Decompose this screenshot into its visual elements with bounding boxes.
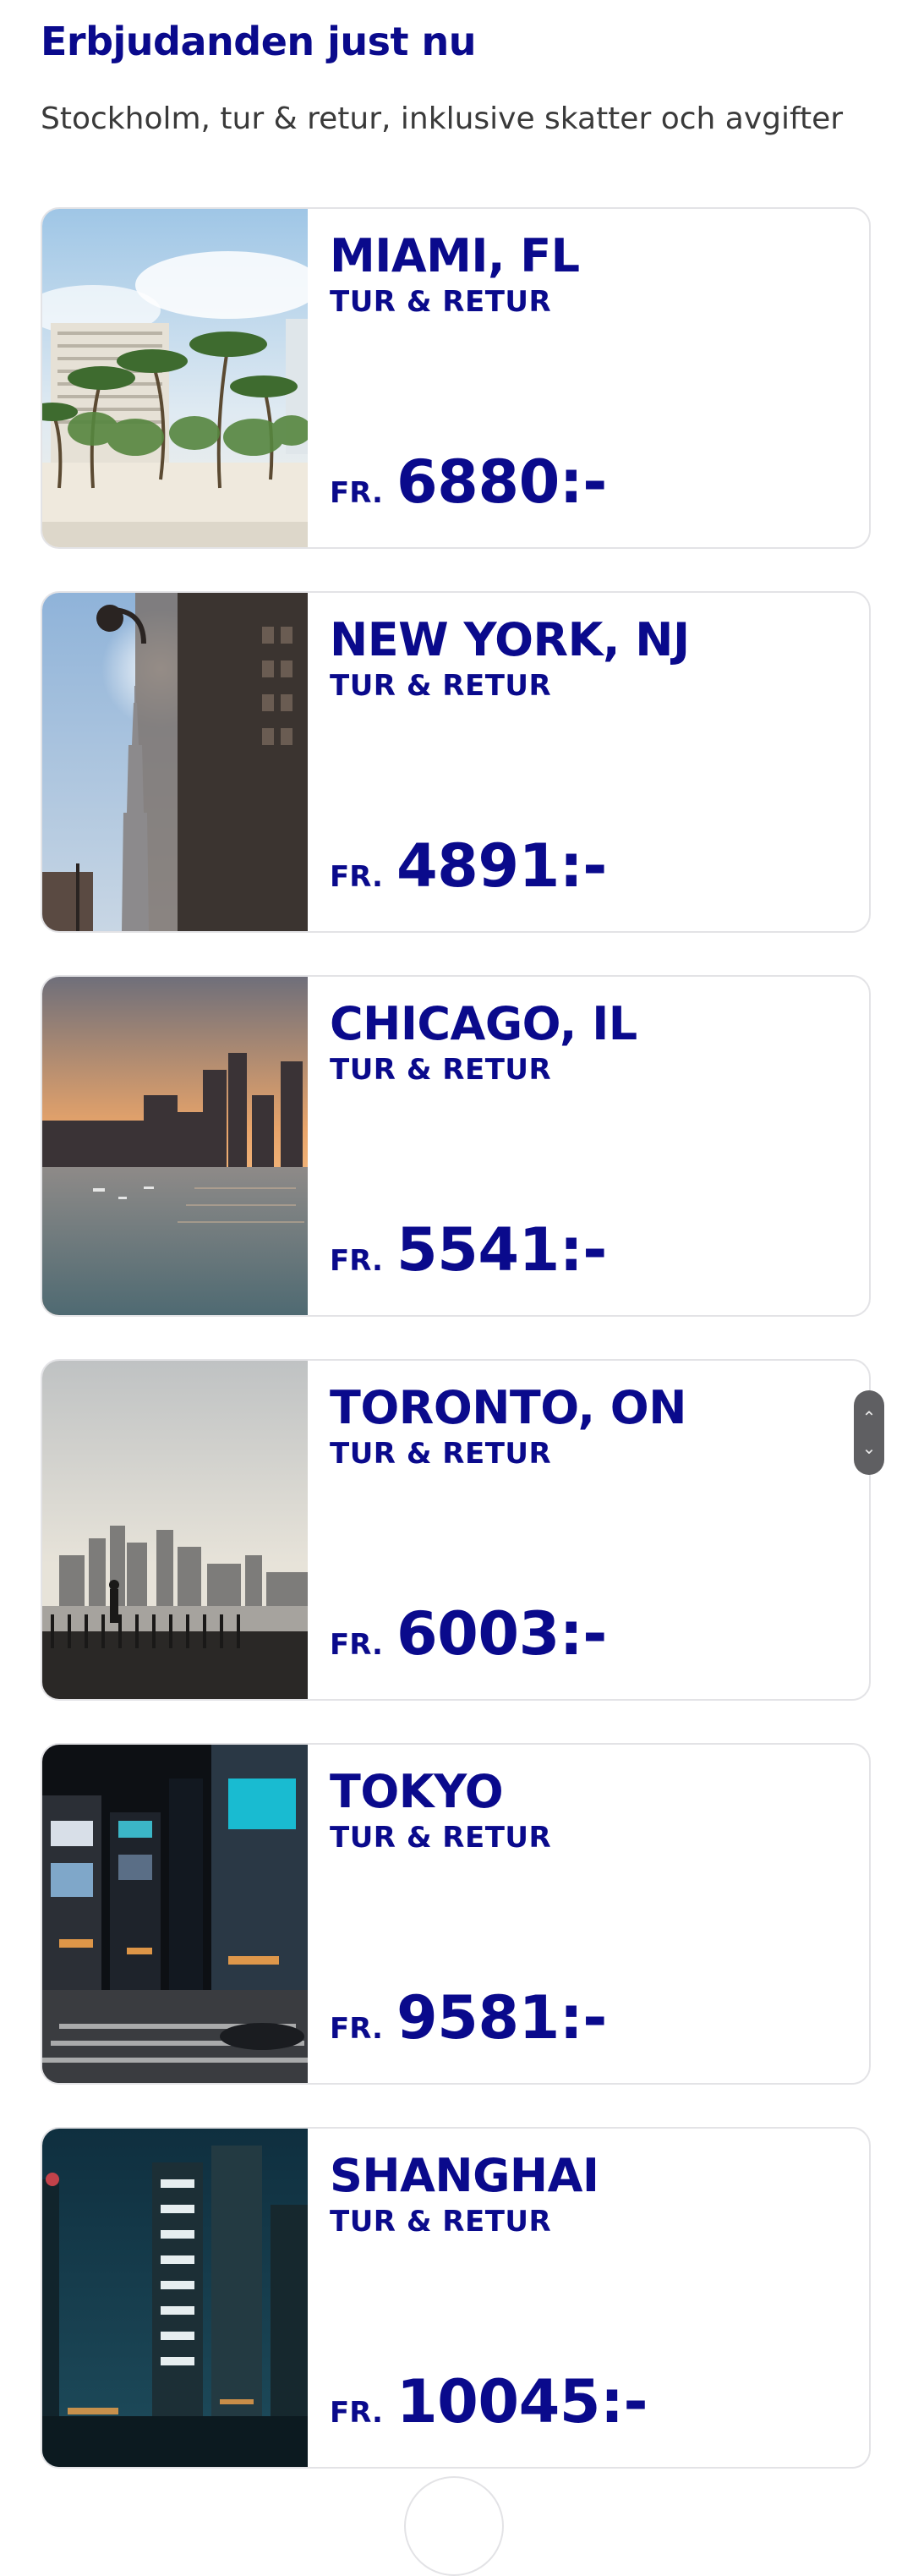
destination-photo (42, 1745, 308, 2083)
price-prefix: FR. (330, 2396, 383, 2430)
price-prefix: FR. (330, 1628, 383, 1662)
destination-city: SHANGHAI (330, 2149, 599, 2202)
deal-card-toronto[interactable]: TORONTO, ON TUR & RETUR FR. 6003:- (41, 1359, 871, 1701)
chevron-down-icon[interactable]: ⌄ (854, 1439, 884, 1456)
destination-city: TOKYO (330, 1765, 504, 1818)
destination-city: TORONTO, ON (330, 1381, 686, 1434)
trip-type: TUR & RETUR (330, 1821, 552, 1855)
price-value: 5541:- (396, 1215, 607, 1285)
price-value: 4891:- (396, 831, 607, 901)
price-row: FR. 9581:- (330, 1983, 607, 2053)
destination-photo (42, 209, 308, 547)
page-title: Erbjudanden just nu (41, 19, 477, 64)
scroll-widget[interactable]: ⌃ ⌄ (854, 1390, 884, 1475)
load-more-button[interactable] (404, 2476, 504, 2576)
destination-photo (42, 2129, 308, 2467)
destination-photo (42, 977, 308, 1315)
deal-card-shanghai[interactable]: SHANGHAI TUR & RETUR FR. 10045:- (41, 2127, 871, 2469)
price-value: 6880:- (396, 447, 607, 517)
destination-city: NEW YORK, NJ (330, 613, 690, 666)
deal-info: MIAMI, FL TUR & RETUR FR. 6880:- (330, 209, 852, 547)
deal-card-chicago[interactable]: CHICAGO, IL TUR & RETUR FR. 5541:- (41, 975, 871, 1317)
deal-info: TORONTO, ON TUR & RETUR FR. 6003:- (330, 1361, 852, 1699)
chevron-up-icon[interactable]: ⌃ (854, 1409, 884, 1426)
deal-info: CHICAGO, IL TUR & RETUR FR. 5541:- (330, 977, 852, 1315)
price-prefix: FR. (330, 2012, 383, 2046)
price-row: FR. 6880:- (330, 447, 607, 517)
trip-type: TUR & RETUR (330, 1437, 552, 1471)
price-prefix: FR. (330, 1244, 383, 1278)
trip-type: TUR & RETUR (330, 1053, 552, 1087)
destination-photo (42, 1361, 308, 1699)
trip-type: TUR & RETUR (330, 2205, 552, 2239)
price-prefix: FR. (330, 860, 383, 894)
price-row: FR. 5541:- (330, 1215, 607, 1285)
deal-info: TOKYO TUR & RETUR FR. 9581:- (330, 1745, 852, 2083)
deal-info: SHANGHAI TUR & RETUR FR. 10045:- (330, 2129, 852, 2467)
destination-photo (42, 593, 308, 931)
deal-card-tokyo[interactable]: TOKYO TUR & RETUR FR. 9581:- (41, 1743, 871, 2085)
deal-card-miami[interactable]: MIAMI, FL TUR & RETUR FR. 6880:- (41, 207, 871, 549)
trip-type: TUR & RETUR (330, 669, 552, 703)
trip-type: TUR & RETUR (330, 285, 552, 319)
price-row: FR. 4891:- (330, 831, 607, 901)
destination-city: MIAMI, FL (330, 229, 580, 282)
price-value: 10045:- (396, 2367, 648, 2436)
price-value: 9581:- (396, 1983, 607, 2053)
price-value: 6003:- (396, 1599, 607, 1669)
price-row: FR. 6003:- (330, 1599, 607, 1669)
destination-city: CHICAGO, IL (330, 997, 637, 1050)
deal-info: NEW YORK, NJ TUR & RETUR FR. 4891:- (330, 593, 852, 931)
deal-card-new-york[interactable]: NEW YORK, NJ TUR & RETUR FR. 4891:- (41, 591, 871, 933)
price-prefix: FR. (330, 476, 383, 510)
page-subtitle: Stockholm, tur & retur, inklusive skatte… (41, 101, 844, 136)
price-row: FR. 10045:- (330, 2367, 648, 2436)
